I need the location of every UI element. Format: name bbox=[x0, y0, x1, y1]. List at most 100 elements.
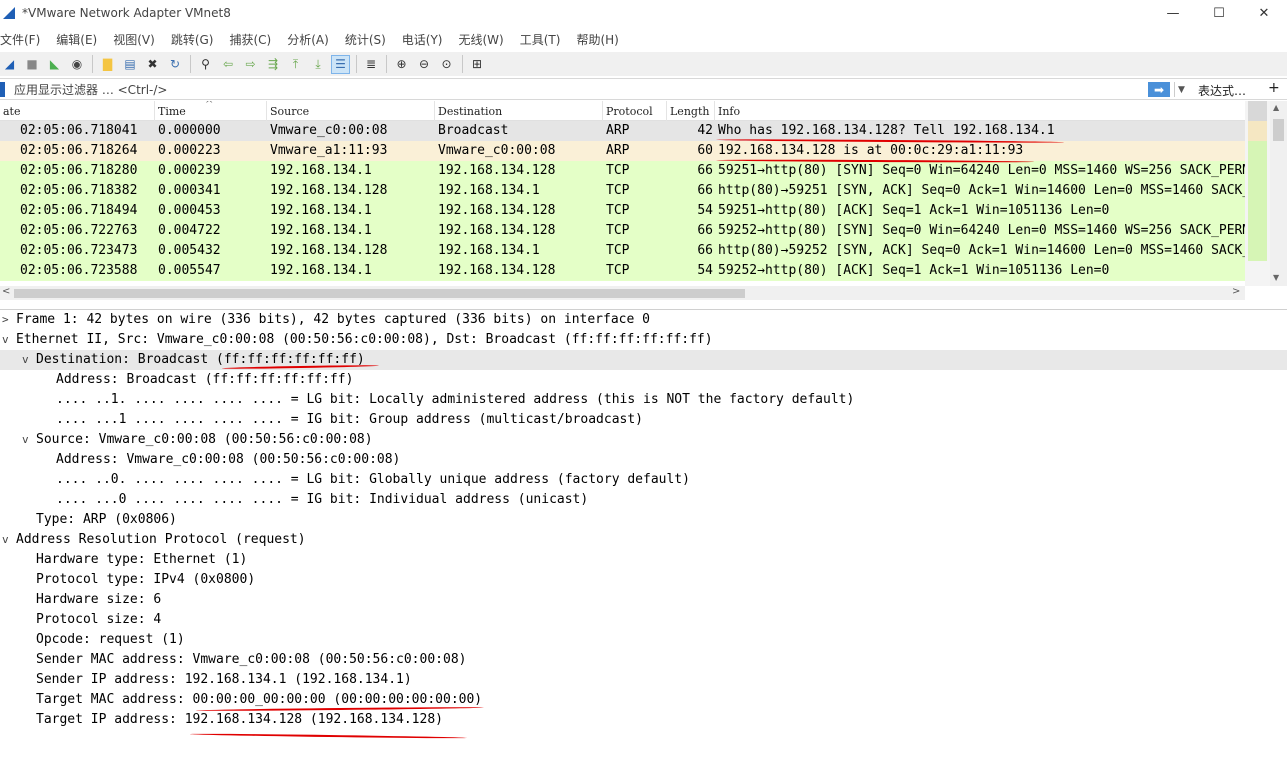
filter-bookmark-icon[interactable] bbox=[0, 82, 5, 97]
detail-tree-item[interactable]: Target IP address: 192.168.134.128 (192.… bbox=[0, 710, 1287, 730]
detail-tree-item[interactable]: Target MAC address: 00:00:00_00:00:00 (0… bbox=[0, 690, 1287, 710]
column-header-destination[interactable]: Destination bbox=[435, 101, 603, 121]
detail-tree-item[interactable]: .... ..1. .... .... .... .... = LG bit: … bbox=[0, 390, 1287, 410]
detail-tree-item[interactable]: Sender IP address: 192.168.134.1 (192.16… bbox=[0, 670, 1287, 690]
colorize-icon[interactable]: ≣ bbox=[362, 55, 381, 74]
last-packet-icon[interactable]: ⤓ bbox=[309, 55, 328, 74]
column-header-source[interactable]: Source bbox=[267, 101, 435, 121]
packet-list: ate Time ^ Source Destination Protocol L… bbox=[0, 101, 1287, 300]
options-gear-icon[interactable]: ◉ bbox=[68, 55, 87, 74]
save-file-icon[interactable]: ▤ bbox=[121, 55, 140, 74]
packet-row[interactable]: 02:05:06.718494 0.000453 192.168.134.1 192.… bbox=[0, 201, 1245, 221]
packet-cell-time: 0.000000 bbox=[158, 123, 221, 138]
packet-list-horizontal-scrollbar[interactable]: < > bbox=[0, 286, 1245, 300]
zoom-in-icon[interactable]: ⊕ bbox=[392, 55, 411, 74]
packet-row[interactable]: 02:05:06.718264 0.000223 Vmware_a1:11:93 Vm… bbox=[0, 141, 1245, 161]
vertical-scroll-thumb[interactable] bbox=[1273, 119, 1284, 141]
detail-tree-item[interactable]: .... ...0 .... .... .... .... = IG bit: … bbox=[0, 490, 1287, 510]
maximize-button[interactable]: ☐ bbox=[1196, 0, 1242, 26]
detail-tree-item[interactable]: Type: ARP (0x0806) bbox=[0, 510, 1287, 530]
packet-cell-destination: 192.168.134.128 bbox=[438, 263, 556, 278]
packet-row[interactable]: 02:05:06.723588 0.005547 192.168.134.1 192.… bbox=[0, 261, 1245, 281]
zoom-normal-icon[interactable]: ⊙ bbox=[437, 55, 456, 74]
menu-item[interactable]: 工具(T) bbox=[520, 31, 561, 48]
menu-item[interactable]: 统计(S) bbox=[345, 31, 386, 48]
menu-item[interactable]: 编辑(E) bbox=[56, 31, 97, 48]
detail-tree-item[interactable]: v Destination: Broadcast (ff:ff:ff:ff:ff:… bbox=[0, 350, 1287, 370]
menu-item[interactable]: 分析(A) bbox=[287, 31, 329, 48]
scroll-down-icon[interactable]: ▼ bbox=[1273, 273, 1279, 282]
scroll-left-icon[interactable]: < bbox=[2, 286, 10, 297]
toolbar-separator bbox=[190, 55, 191, 73]
go-to-packet-icon[interactable]: ⇶ bbox=[264, 55, 283, 74]
column-header-protocol[interactable]: Protocol bbox=[603, 101, 667, 121]
menu-item[interactable]: 无线(W) bbox=[459, 31, 504, 48]
menu-item[interactable]: 文件(F) bbox=[0, 31, 40, 48]
packet-row[interactable]: 02:05:06.718382 0.000341 192.168.134.128 19… bbox=[0, 181, 1245, 201]
detail-tree-item[interactable]: Opcode: request (1) bbox=[0, 630, 1287, 650]
collapse-arrow-icon[interactable]: v bbox=[22, 350, 29, 370]
collapse-arrow-icon[interactable]: v bbox=[2, 530, 9, 550]
display-filter-input[interactable]: 应用显示过滤器 … <Ctrl-/> bbox=[6, 81, 1190, 98]
expand-arrow-icon[interactable]: > bbox=[2, 310, 9, 330]
go-forward-arrow-icon[interactable]: ⇨ bbox=[241, 55, 260, 74]
collapse-arrow-icon[interactable]: v bbox=[2, 330, 9, 350]
detail-tree-item[interactable]: v Source: Vmware_c0:00:08 (00:50:56:c0:00… bbox=[0, 430, 1287, 450]
minimize-button[interactable]: — bbox=[1150, 0, 1196, 26]
detail-tree-item[interactable]: .... ..0. .... .... .... .... = LG bit: … bbox=[0, 470, 1287, 490]
auto-scroll-icon[interactable]: ☰ bbox=[331, 54, 350, 74]
detail-tree-item[interactable]: v Ethernet II, Src: Vmware_c0:00:08 (00:5… bbox=[0, 330, 1287, 350]
packet-list-vertical-scrollbar[interactable]: ▲ ▼ bbox=[1270, 101, 1287, 286]
find-magnifier-icon[interactable]: ⚲ bbox=[196, 55, 215, 74]
menu-item[interactable]: 帮助(H) bbox=[576, 31, 618, 48]
shark-fin-icon[interactable]: ◢ bbox=[0, 55, 19, 74]
scroll-right-icon[interactable]: > bbox=[1232, 286, 1240, 297]
scroll-up-icon[interactable]: ▲ bbox=[1273, 103, 1279, 112]
go-back-arrow-icon[interactable]: ⇦ bbox=[219, 55, 238, 74]
horizontal-scroll-thumb[interactable] bbox=[14, 289, 745, 298]
detail-tree-item[interactable]: Protocol type: IPv4 (0x0800) bbox=[0, 570, 1287, 590]
detail-tree-item[interactable]: v Address Resolution Protocol (request) bbox=[0, 530, 1287, 550]
column-header-length[interactable]: Length bbox=[667, 101, 715, 121]
column-header-date[interactable]: ate bbox=[0, 101, 155, 121]
detail-tree-item[interactable]: > Frame 1: 42 bytes on wire (336 bits), 4… bbox=[0, 310, 1287, 330]
menu-item[interactable]: 视图(V) bbox=[113, 31, 155, 48]
column-header-time[interactable]: Time ^ bbox=[155, 101, 267, 121]
packet-row[interactable]: 02:05:06.722763 0.004722 192.168.134.1 192.… bbox=[0, 221, 1245, 241]
detail-tree-item[interactable]: Hardware size: 6 bbox=[0, 590, 1287, 610]
expression-button[interactable]: 表达式… bbox=[1198, 82, 1246, 99]
resize-columns-icon[interactable]: ⊞ bbox=[468, 55, 487, 74]
column-header-info[interactable]: Info bbox=[715, 101, 1245, 121]
close-button[interactable]: ✕ bbox=[1241, 0, 1287, 26]
detail-tree-item[interactable]: Sender MAC address: Vmware_c0:00:08 (00:… bbox=[0, 650, 1287, 670]
packet-cell-date: 02:05:06.723588 bbox=[20, 263, 138, 278]
apply-filter-button[interactable]: ➡ bbox=[1148, 82, 1170, 97]
zoom-out-icon[interactable]: ⊖ bbox=[415, 55, 434, 74]
detail-text: Hardware size: 6 bbox=[36, 592, 162, 607]
packet-minimap[interactable] bbox=[1245, 101, 1270, 286]
packet-row[interactable]: 02:05:06.723473 0.005432 192.168.134.128 19… bbox=[0, 241, 1245, 261]
menu-item[interactable]: 跳转(G) bbox=[171, 31, 214, 48]
restart-icon[interactable]: ◣ bbox=[45, 55, 64, 74]
stop-icon[interactable]: ■ bbox=[23, 55, 42, 74]
menu-item[interactable]: 捕获(C) bbox=[229, 31, 271, 48]
detail-tree-item[interactable]: Address: Broadcast (ff:ff:ff:ff:ff:ff) bbox=[0, 370, 1287, 390]
detail-tree-item[interactable]: Address: Vmware_c0:00:08 (00:50:56:c0:00… bbox=[0, 450, 1287, 470]
wireshark-fin-icon bbox=[3, 7, 15, 19]
reload-icon[interactable]: ↻ bbox=[166, 55, 185, 74]
detail-tree-item[interactable]: Hardware type: Ethernet (1) bbox=[0, 550, 1287, 570]
packet-cell-info: Who has 192.168.134.128? Tell 192.168.13… bbox=[718, 123, 1055, 138]
add-filter-button[interactable]: + bbox=[1268, 80, 1280, 96]
open-folder-icon[interactable]: ▇ bbox=[98, 55, 117, 74]
close-file-icon[interactable]: ✖ bbox=[143, 55, 162, 74]
window-title: *VMware Network Adapter VMnet8 bbox=[22, 6, 231, 20]
packet-row[interactable]: 02:05:06.718280 0.000239 192.168.134.1 192.… bbox=[0, 161, 1245, 181]
packet-row[interactable]: 02:05:06.718041 0.000000 Vmware_c0:00:08 Br… bbox=[0, 121, 1245, 141]
menu-item[interactable]: 电话(Y) bbox=[402, 31, 443, 48]
detail-tree-item[interactable]: .... ...1 .... .... .... .... = IG bit: … bbox=[0, 410, 1287, 430]
filter-history-dropdown[interactable]: ▼ bbox=[1174, 82, 1188, 97]
collapse-arrow-icon[interactable]: v bbox=[22, 430, 29, 450]
title-bar: *VMware Network Adapter VMnet8 bbox=[0, 0, 1287, 26]
first-packet-icon[interactable]: ⤒ bbox=[286, 55, 305, 74]
detail-tree-item[interactable]: Protocol size: 4 bbox=[0, 610, 1287, 630]
